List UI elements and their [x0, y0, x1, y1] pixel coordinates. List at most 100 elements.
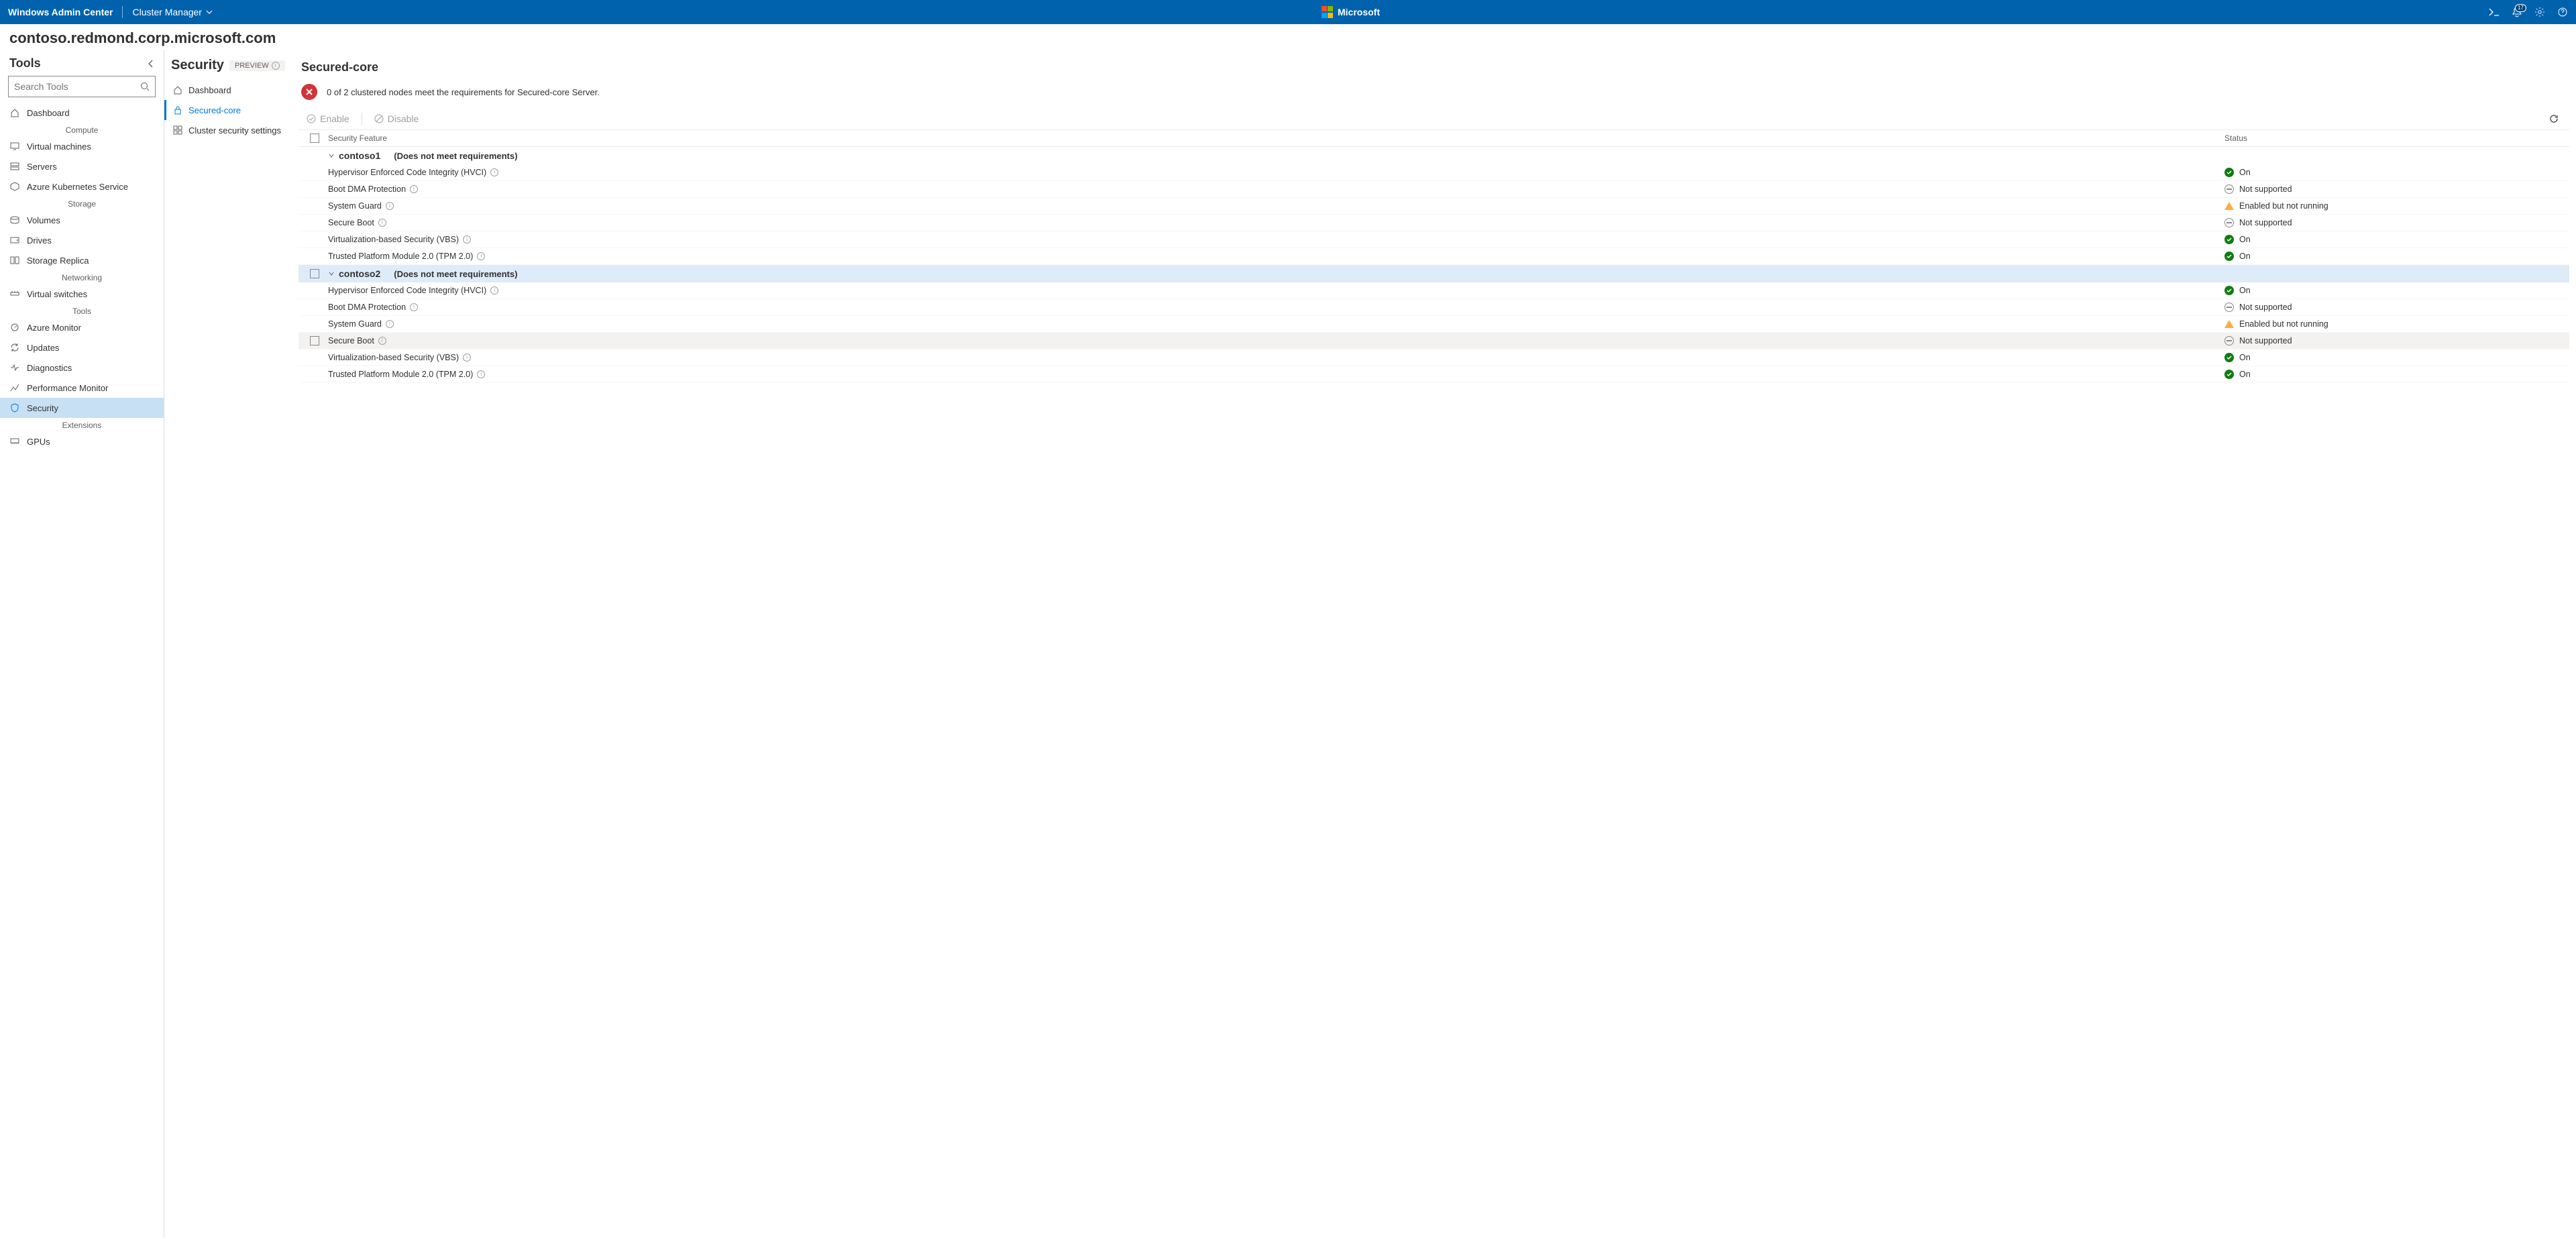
info-icon[interactable]: i: [490, 286, 498, 294]
status-text: Enabled but not running: [2239, 201, 2328, 211]
home-icon: [172, 85, 183, 95]
chevron-down-icon[interactable]: [328, 152, 335, 159]
subnav-label: Dashboard: [189, 85, 231, 95]
nav-label: Dashboard: [27, 108, 70, 118]
feature-name: System Guard: [328, 201, 382, 211]
updates-icon: [9, 342, 20, 353]
help-icon[interactable]: [2557, 7, 2568, 17]
refresh-button[interactable]: [2541, 111, 2567, 126]
nav-servers[interactable]: Servers: [0, 156, 164, 176]
info-icon[interactable]: i: [410, 303, 418, 311]
brand: Microsoft: [213, 6, 2489, 18]
info-icon[interactable]: i: [378, 219, 386, 227]
notification-count: 17: [2515, 4, 2526, 12]
status-on-icon: [2224, 168, 2234, 177]
status-cell: On: [2224, 235, 2567, 244]
nav-gpus[interactable]: GPUs: [0, 431, 164, 451]
info-icon[interactable]: i: [477, 370, 485, 378]
feature-name: Virtualization-based Security (VBS): [328, 235, 459, 244]
feature-name: Hypervisor Enforced Code Integrity (HVCI…: [328, 168, 486, 177]
enable-button[interactable]: Enable: [301, 111, 355, 127]
subnav-label: Secured-core: [189, 105, 241, 115]
status-warning-icon: [2224, 320, 2234, 328]
info-icon[interactable]: i: [490, 168, 498, 176]
feature-name: Secure Boot: [328, 336, 374, 345]
search-tools-input[interactable]: [8, 76, 156, 97]
page-tool-title: Security PREVIEWi: [164, 58, 299, 80]
nav-drives[interactable]: Drives: [0, 230, 164, 250]
subnav-dashboard[interactable]: Dashboard: [164, 80, 299, 100]
group-storage: Storage: [0, 197, 164, 210]
nav-diagnostics[interactable]: Diagnostics: [0, 358, 164, 378]
info-icon[interactable]: i: [477, 252, 485, 260]
group-compute: Compute: [0, 123, 164, 136]
status-cell: Not supported: [2224, 184, 2567, 194]
nav-aks[interactable]: Azure Kubernetes Service: [0, 176, 164, 197]
collapse-sidebar-icon[interactable]: [148, 59, 154, 68]
col-feature[interactable]: Security Feature: [328, 133, 2224, 143]
feature-row[interactable]: Secure BootiNot supported: [299, 215, 2569, 231]
performance-icon: [9, 382, 20, 393]
table-header: Security Feature Status: [299, 130, 2569, 147]
info-icon[interactable]: i: [272, 62, 280, 70]
info-icon[interactable]: i: [463, 235, 471, 244]
diagnostics-icon: [9, 362, 20, 373]
feature-row[interactable]: System GuardiEnabled but not running: [299, 316, 2569, 333]
toolbar: Enable Disable: [299, 108, 2569, 130]
brand-label: Microsoft: [1338, 7, 1380, 17]
feature-row[interactable]: Boot DMA ProtectioniNot supported: [299, 181, 2569, 198]
row-checkbox[interactable]: [310, 336, 319, 345]
node-group-row[interactable]: contoso1(Does not meet requirements): [299, 147, 2569, 164]
shield-icon: [9, 402, 20, 413]
search-tools-field[interactable]: [14, 81, 140, 92]
nav-virtual-machines[interactable]: Virtual machines: [0, 136, 164, 156]
subnav-cluster-security[interactable]: Cluster security settings: [164, 120, 299, 140]
status-banner: 0 of 2 clustered nodes meet the requirem…: [299, 81, 2569, 108]
info-icon[interactable]: i: [378, 337, 386, 345]
feature-row[interactable]: Trusted Platform Module 2.0 (TPM 2.0)iOn: [299, 248, 2569, 265]
nav-storage-replica[interactable]: Storage Replica: [0, 250, 164, 270]
info-icon[interactable]: i: [386, 320, 394, 328]
nav-label: Security: [27, 403, 58, 413]
feature-row[interactable]: Boot DMA ProtectioniNot supported: [299, 299, 2569, 316]
feature-row[interactable]: Trusted Platform Module 2.0 (TPM 2.0)iOn: [299, 366, 2569, 383]
feature-row[interactable]: Hypervisor Enforced Code Integrity (HVCI…: [299, 164, 2569, 181]
feature-row[interactable]: Secure Boot i Not supported: [299, 333, 2569, 349]
disable-button[interactable]: Disable: [369, 111, 425, 127]
settings-icon[interactable]: [2534, 7, 2545, 17]
row-checkbox[interactable]: [310, 269, 319, 278]
notifications-icon[interactable]: 17: [2512, 7, 2522, 17]
connection-name: contoso.redmond.corp.microsoft.com: [0, 24, 2576, 50]
info-icon[interactable]: i: [463, 354, 471, 362]
product-name[interactable]: Windows Admin Center: [8, 7, 113, 17]
nav-performance-monitor[interactable]: Performance Monitor: [0, 378, 164, 398]
node-name: contoso2: [339, 268, 380, 279]
tools-sidebar: Tools Dashboard Compute Virtual machines…: [0, 50, 164, 1238]
info-icon[interactable]: i: [386, 202, 394, 210]
node-group-row[interactable]: contoso2(Does not meet requirements): [299, 265, 2569, 282]
feature-row[interactable]: Virtualization-based Security (VBS) i On: [299, 231, 2569, 248]
node-note: (Does not meet requirements): [394, 151, 517, 161]
nav-volumes[interactable]: Volumes: [0, 210, 164, 230]
status-cell: On: [2224, 252, 2567, 261]
topbar-left: Windows Admin Center Cluster Manager: [8, 6, 213, 18]
chevron-down-icon[interactable]: [328, 270, 335, 277]
nav-dashboard[interactable]: Dashboard: [0, 103, 164, 123]
home-icon: [9, 107, 20, 118]
group-networking: Networking: [0, 270, 164, 284]
search-icon: [140, 82, 150, 91]
info-icon[interactable]: i: [410, 185, 418, 193]
nav-security[interactable]: Security: [0, 398, 164, 418]
col-status[interactable]: Status: [2224, 133, 2567, 143]
select-all-checkbox[interactable]: [310, 133, 319, 143]
nav-virtual-switches[interactable]: Virtual switches: [0, 284, 164, 304]
feature-row[interactable]: Hypervisor Enforced Code Integrity (HVCI…: [299, 282, 2569, 299]
nav-updates[interactable]: Updates: [0, 337, 164, 358]
feature-row[interactable]: Virtualization-based Security (VBS)iOn: [299, 349, 2569, 366]
subnav-secured-core[interactable]: Secured-core: [164, 100, 299, 120]
status-cell: Not supported: [2224, 336, 2567, 345]
feature-row[interactable]: System Guard i Enabled but not running: [299, 198, 2569, 215]
nav-azure-monitor[interactable]: Azure Monitor: [0, 317, 164, 337]
console-icon[interactable]: [2489, 7, 2500, 17]
context-switcher[interactable]: Cluster Manager: [132, 7, 213, 17]
